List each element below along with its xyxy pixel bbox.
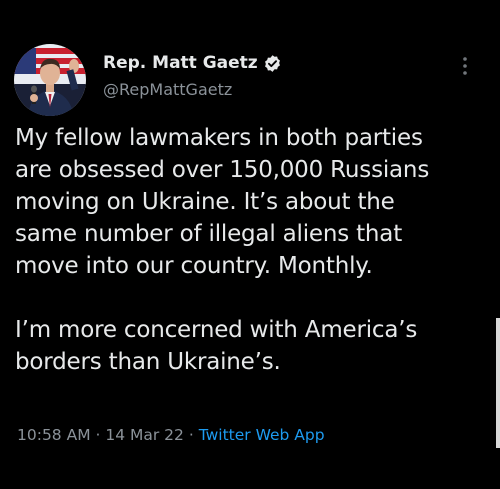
tweet-source-link[interactable]: Twitter Web App xyxy=(199,426,325,444)
scrollbar[interactable] xyxy=(496,318,500,448)
user-handle[interactable]: @RepMattGaetz xyxy=(103,80,282,99)
tweet-paragraph: My fellow lawmakers in both parties are … xyxy=(15,125,430,279)
tweet-text: My fellow lawmakers in both parties are … xyxy=(15,122,490,378)
tweet-metadata: 10:58 AM · 14 Mar 22 · Twitter Web App xyxy=(17,426,325,444)
tweet-paragraph: I’m more concerned with America’s border… xyxy=(15,317,418,375)
more-options-icon[interactable] xyxy=(458,55,472,77)
verified-badge-icon xyxy=(263,54,282,73)
meta-separator: · xyxy=(183,426,199,444)
avatar-image xyxy=(14,44,86,116)
author-info: Rep. Matt Gaetz @RepMattGaetz xyxy=(103,50,282,99)
meta-separator: · xyxy=(90,426,106,444)
display-name[interactable]: Rep. Matt Gaetz xyxy=(103,53,258,73)
tweet-date[interactable]: 14 Mar 22 xyxy=(105,426,184,444)
avatar[interactable] xyxy=(14,44,86,116)
tweet-time[interactable]: 10:58 AM xyxy=(17,426,91,444)
display-name-row: Rep. Matt Gaetz xyxy=(103,50,282,76)
tweet-card: Rep. Matt Gaetz @RepMattGaetz My fellow … xyxy=(0,0,500,489)
